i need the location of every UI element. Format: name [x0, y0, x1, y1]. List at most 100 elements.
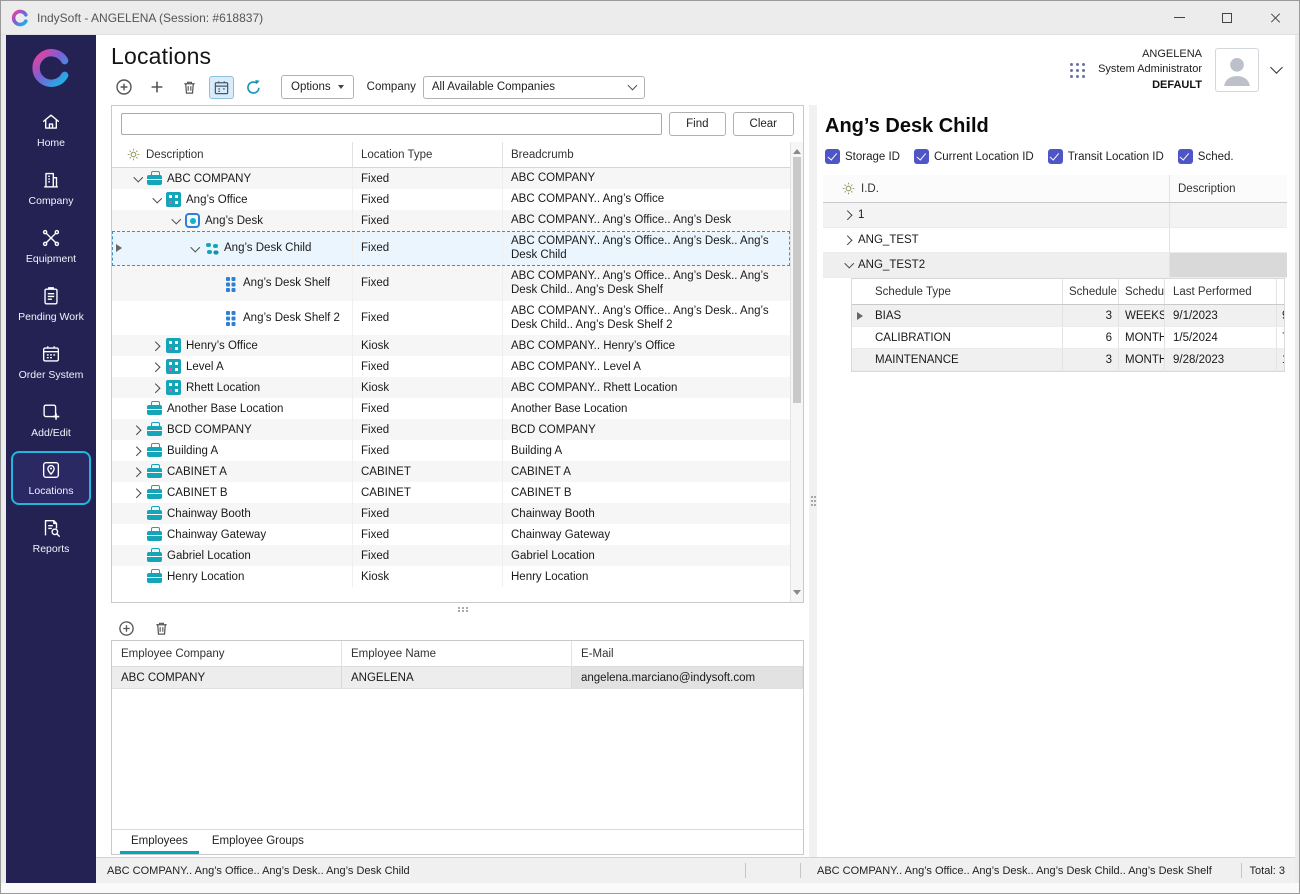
tab-employee-groups[interactable]: Employee Groups	[201, 830, 315, 854]
row-expander-icon[interactable]	[842, 233, 856, 247]
column-header-employee-name[interactable]: Employee Name	[342, 641, 572, 666]
tab-employees[interactable]: Employees	[120, 830, 199, 854]
row-expander-icon[interactable]	[842, 258, 856, 272]
location-row[interactable]: Chainway Booth Fixed Chainway Booth	[112, 503, 790, 524]
column-header-id[interactable]: I.D.	[861, 183, 879, 195]
column-header-breadcrumb[interactable]: Breadcrumb	[503, 142, 790, 167]
sidebar-item-company[interactable]: Company	[11, 161, 91, 215]
filter-checkbox[interactable]: Current Location ID	[914, 149, 1034, 164]
tree-expander-icon[interactable]	[131, 570, 145, 584]
schedule-row[interactable]: MAINTENANCE 3 MONTHS 9/28/2023 1	[852, 349, 1284, 371]
checkbox-checked-icon[interactable]	[1178, 149, 1193, 164]
tree-expander-icon[interactable]	[131, 507, 145, 521]
location-row[interactable]: CABINET B CABINET CABINET B	[112, 482, 790, 503]
column-header-last-performed[interactable]: Last Performed	[1165, 279, 1277, 304]
location-row[interactable]: Rhett Location Kiosk ABC COMPANY.. Rhett…	[112, 377, 790, 398]
options-button[interactable]: Options	[281, 75, 354, 99]
minimize-button[interactable]	[1155, 1, 1203, 34]
column-settings-icon[interactable]	[127, 148, 140, 161]
vertical-splitter[interactable]	[809, 105, 817, 857]
checkbox-checked-icon[interactable]	[914, 149, 929, 164]
location-row[interactable]: Ang’s Desk Fixed ABC COMPANY.. Ang’s Off…	[112, 210, 790, 231]
column-header-employee-company[interactable]: Employee Company	[112, 641, 342, 666]
column-header-description[interactable]: Description	[1169, 175, 1287, 202]
sidebar-item-pending-work[interactable]: Pending Work	[11, 277, 91, 331]
column-header-email[interactable]: E-Mail	[572, 641, 803, 666]
location-row[interactable]: Henry Location Kiosk Henry Location	[112, 566, 790, 587]
tree-expander-icon[interactable]	[131, 402, 145, 416]
column-header-next[interactable]	[1277, 279, 1284, 304]
delete-location-button[interactable]	[177, 76, 202, 99]
sidebar-item-add-edit[interactable]: Add/Edit	[11, 393, 91, 447]
tree-expander-icon[interactable]	[150, 339, 164, 353]
location-row[interactable]: Chainway Gateway Fixed Chainway Gateway	[112, 524, 790, 545]
location-row[interactable]: Gabriel Location Fixed Gabriel Location	[112, 545, 790, 566]
refresh-button[interactable]	[241, 76, 266, 99]
column-settings-icon[interactable]	[842, 182, 855, 195]
filter-checkbox[interactable]: Storage ID	[825, 149, 900, 164]
column-header-schedule-units[interactable]: Schedule Units	[1119, 279, 1165, 304]
tree-expander-icon[interactable]	[150, 360, 164, 374]
column-header-schedule[interactable]: Schedule	[1063, 279, 1119, 304]
maximize-button[interactable]	[1203, 1, 1251, 34]
location-search-input[interactable]	[121, 113, 662, 135]
location-row[interactable]: Level A Fixed ABC COMPANY.. Level A	[112, 356, 790, 377]
chevron-down-icon[interactable]	[1270, 61, 1283, 74]
column-header-schedule-type[interactable]: Schedule Type	[867, 279, 1063, 304]
checkbox-checked-icon[interactable]	[1048, 149, 1063, 164]
schedule-row[interactable]: BIAS 3 WEEKS 9/1/2023 9	[852, 305, 1284, 327]
sidebar-item-reports[interactable]: Reports	[11, 509, 91, 563]
find-button[interactable]: Find	[669, 112, 725, 136]
add-location-button[interactable]	[111, 75, 137, 99]
tree-expander-icon[interactable]	[131, 549, 145, 563]
tree-expander-icon[interactable]	[150, 381, 164, 395]
location-row[interactable]: BCD COMPANY Fixed BCD COMPANY	[112, 419, 790, 440]
close-button[interactable]	[1251, 1, 1299, 34]
location-row[interactable]: Ang’s Desk Shelf Fixed ABC COMPANY.. Ang…	[112, 266, 790, 301]
location-row[interactable]: CABINET A CABINET CABINET A	[112, 461, 790, 482]
column-header-location-type[interactable]: Location Type	[353, 142, 503, 167]
tree-expander-icon[interactable]	[131, 528, 145, 542]
location-row[interactable]: ABC COMPANY Fixed ABC COMPANY	[112, 168, 790, 189]
filter-checkbox[interactable]: Sched.	[1178, 149, 1234, 164]
sidebar-item-locations[interactable]: Locations	[11, 451, 91, 505]
schedule-row[interactable]: CALIBRATION 6 MONTHS 1/5/2024 7	[852, 327, 1284, 349]
tree-expander-icon[interactable]	[131, 465, 145, 479]
checkbox-checked-icon[interactable]	[825, 149, 840, 164]
clear-button[interactable]: Clear	[733, 112, 794, 136]
sidebar-item-order-system[interactable]: Order System	[11, 335, 91, 389]
tree-expander-icon[interactable]	[131, 486, 145, 500]
location-row[interactable]: Ang’s Desk Child Fixed ABC COMPANY.. Ang…	[112, 231, 790, 266]
horizontal-splitter[interactable]	[111, 603, 804, 616]
column-header-description[interactable]: Description	[146, 149, 204, 161]
scrollbar-thumb[interactable]	[793, 157, 801, 403]
avatar[interactable]	[1215, 48, 1259, 92]
id-row[interactable]: ANG_TEST	[823, 228, 1287, 253]
id-row[interactable]: 1	[823, 203, 1287, 228]
tree-expander-icon[interactable]	[188, 241, 202, 255]
scroll-up-icon[interactable]	[793, 145, 801, 154]
location-row[interactable]: Another Base Location Fixed Another Base…	[112, 398, 790, 419]
sidebar-item-home[interactable]: Home	[11, 103, 91, 157]
employee-row[interactable]: ABC COMPANY ANGELENA angelena.marciano@i…	[112, 667, 803, 689]
id-row-expanded[interactable]: ANG_TEST2	[823, 253, 1287, 278]
tree-expander-icon[interactable]	[131, 444, 145, 458]
sidebar-item-equipment[interactable]: Equipment	[11, 219, 91, 273]
add-child-location-button[interactable]	[144, 75, 170, 99]
scroll-down-icon[interactable]	[793, 590, 801, 599]
add-employee-button[interactable]	[114, 617, 139, 640]
tree-expander-icon[interactable]	[150, 193, 164, 207]
apps-grid-icon[interactable]	[1070, 63, 1085, 78]
remove-employee-button[interactable]	[149, 617, 174, 640]
scrollbar-vertical[interactable]	[790, 142, 803, 602]
row-expander-icon[interactable]	[842, 208, 856, 222]
company-select[interactable]: All Available Companies	[423, 76, 645, 99]
location-row[interactable]: Ang’s Desk Shelf 2 Fixed ABC COMPANY.. A…	[112, 301, 790, 336]
tree-expander-icon[interactable]	[131, 172, 145, 186]
location-row[interactable]: Henry’s Office Kiosk ABC COMPANY.. Henry…	[112, 335, 790, 356]
location-row[interactable]: Building A Fixed Building A	[112, 440, 790, 461]
tree-expander-icon[interactable]	[131, 423, 145, 437]
schedule-assignment-button[interactable]	[209, 76, 234, 99]
filter-checkbox[interactable]: Transit Location ID	[1048, 149, 1164, 164]
tree-expander-icon[interactable]	[207, 311, 221, 325]
